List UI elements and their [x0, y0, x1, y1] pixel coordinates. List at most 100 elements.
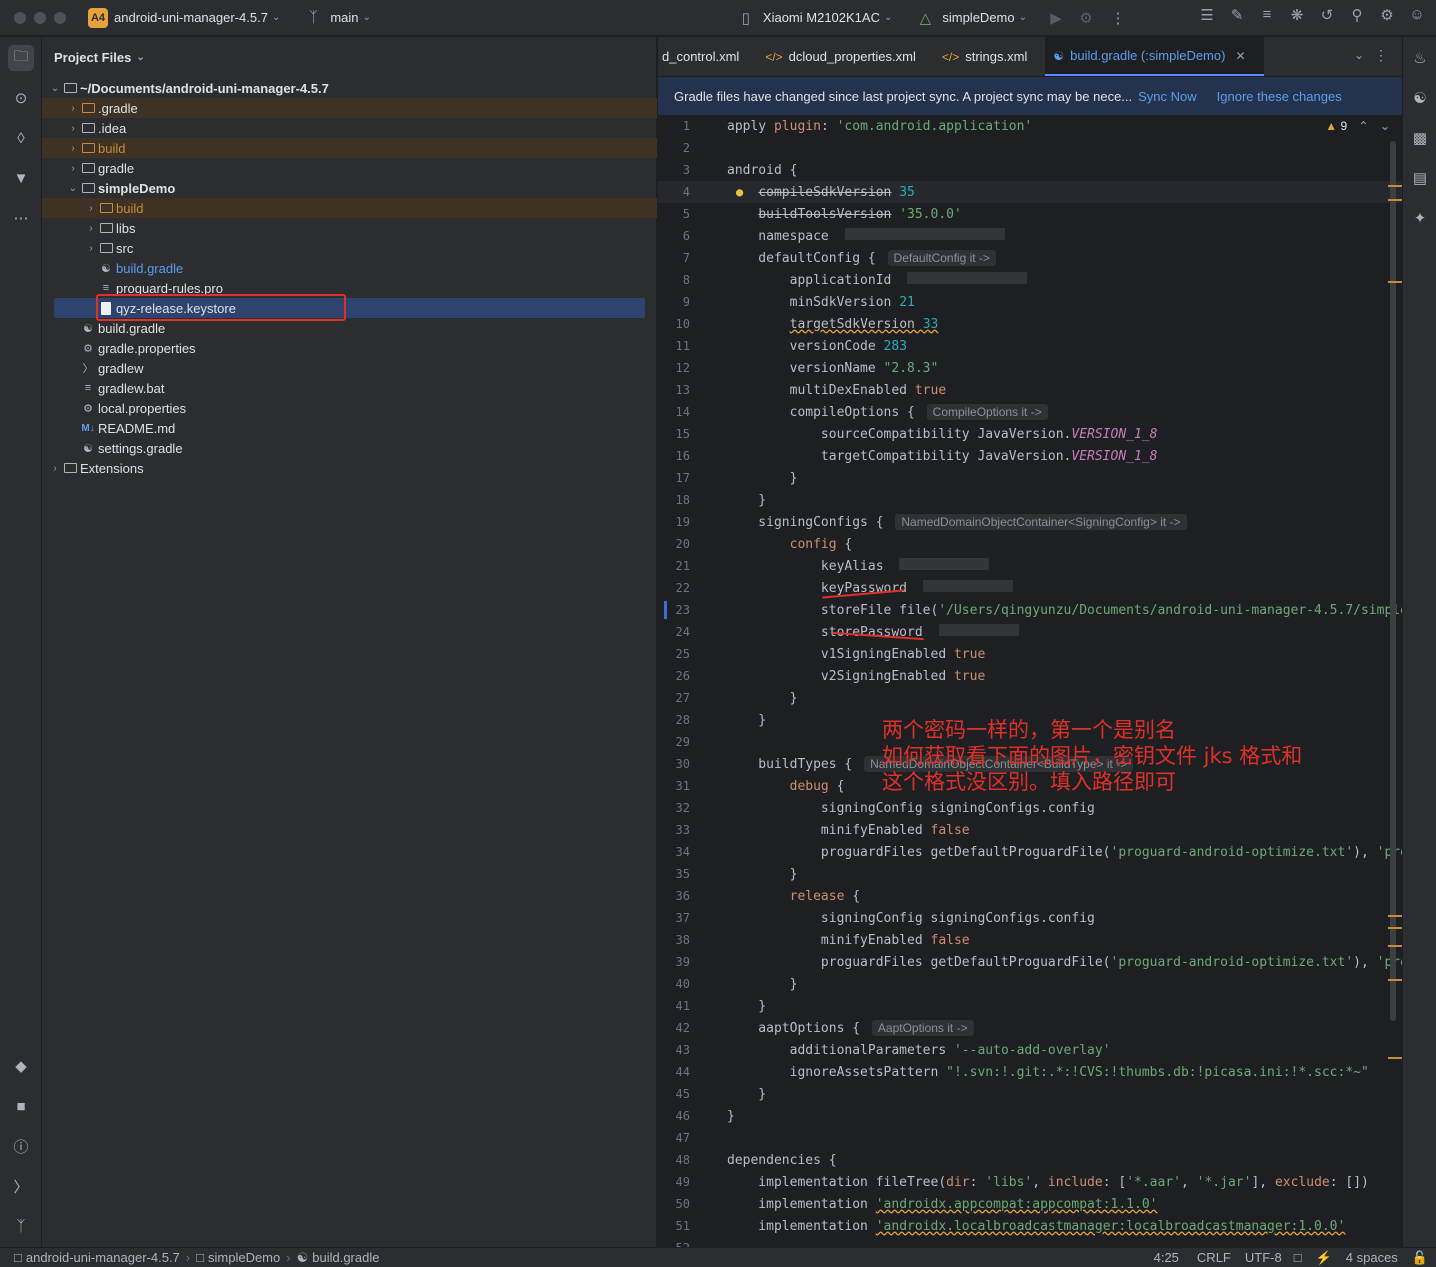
code-line[interactable]: 13 multiDexEnabled true: [658, 379, 1402, 401]
tree-item[interactable]: 〉 gradlew: [42, 358, 657, 378]
logcat-icon[interactable]: ■: [8, 1093, 34, 1119]
tree-item[interactable]: › libs: [42, 218, 657, 238]
code-line[interactable]: 3 android {: [658, 159, 1402, 181]
list-icon[interactable]: ≡: [1256, 6, 1278, 24]
settings-icon[interactable]: ⚙: [1376, 6, 1398, 24]
code-line[interactable]: 20 config {: [658, 533, 1402, 555]
warning-marker[interactable]: [1388, 915, 1402, 917]
code-line[interactable]: 32 signingConfig signingConfigs.config: [658, 797, 1402, 819]
commit-icon[interactable]: ⊙: [8, 85, 34, 111]
code-line[interactable]: 37 signingConfig signingConfigs.config: [658, 907, 1402, 929]
code-line[interactable]: 38 minifyEnabled false: [658, 929, 1402, 951]
code-line[interactable]: 23 storeFile file('/Users/qingyunzu/Docu…: [658, 599, 1402, 621]
code-line[interactable]: 50 implementation 'androidx.appcompat:ap…: [658, 1193, 1402, 1215]
editor-tab[interactable]: d_control.xml: [658, 37, 757, 76]
code-line[interactable]: 47: [658, 1127, 1402, 1149]
tree-item[interactable]: ≡ gradlew.bat: [42, 378, 657, 398]
code-line[interactable]: 35 }: [658, 863, 1402, 885]
code-line[interactable]: 24 storePassword: [658, 621, 1402, 643]
code-line[interactable]: 16 targetCompatibility JavaVersion.VERSI…: [658, 445, 1402, 467]
code-line[interactable]: 41 }: [658, 995, 1402, 1017]
tree-item[interactable]: ☯ settings.gradle: [42, 438, 657, 458]
bug-icon[interactable]: ❋: [1286, 6, 1308, 24]
running-devices-icon[interactable]: ▤: [1409, 167, 1431, 189]
gradle-icon[interactable]: ☯: [1409, 87, 1431, 109]
editor-tab[interactable]: </> dcloud_properties.xml: [757, 37, 934, 76]
code-line[interactable]: 26 v2SigningEnabled true: [658, 665, 1402, 687]
terminal-icon[interactable]: 〉: [8, 1173, 34, 1199]
tree-item[interactable]: ⌄ ~/Documents/android-uni-manager-4.5.7: [42, 78, 657, 98]
translate-icon[interactable]: ☰: [1196, 6, 1218, 24]
editor-tab[interactable]: </> strings.xml: [934, 37, 1045, 76]
code-line[interactable]: 18 }: [658, 489, 1402, 511]
chevron-right-icon[interactable]: ›: [84, 223, 98, 234]
chevron-right-icon[interactable]: ›: [66, 143, 80, 154]
resource-manager-icon[interactable]: ▼: [8, 165, 34, 191]
git-icon[interactable]: ᛉ: [8, 1213, 34, 1239]
code-line[interactable]: 33 minifyEnabled false: [658, 819, 1402, 841]
code-line[interactable]: 5 buildToolsVersion '35.0.0': [658, 203, 1402, 225]
code-line[interactable]: 1 apply plugin: 'com.android.application': [658, 115, 1402, 137]
more-tools-icon[interactable]: ⋯: [8, 205, 34, 231]
chevron-right-icon[interactable]: ›: [66, 123, 80, 134]
code-line[interactable]: 17 }: [658, 467, 1402, 489]
device-manager-icon[interactable]: ▩: [1409, 127, 1431, 149]
line-ending[interactable]: CRLF: [1197, 1250, 1231, 1265]
tree-item[interactable]: ☯ build.gradle: [42, 258, 657, 278]
chevron-up-icon[interactable]: ⌃: [1359, 119, 1369, 133]
code-line[interactable]: 14 compileOptions { CompileOptions it ->: [658, 401, 1402, 423]
breadcrumb-module[interactable]: simpleDemo: [208, 1250, 280, 1265]
tree-item[interactable]: ⚙ gradle.properties: [42, 338, 657, 358]
warning-marker[interactable]: [1388, 185, 1402, 187]
warning-marker[interactable]: [1388, 199, 1402, 201]
code-line[interactable]: 51 implementation 'androidx.localbroadca…: [658, 1215, 1402, 1237]
chevron-right-icon[interactable]: ›: [84, 203, 98, 214]
project-panel-header[interactable]: Project Files ⌄: [42, 37, 656, 77]
code-line[interactable]: 52: [658, 1237, 1402, 1247]
warning-marker[interactable]: [1388, 979, 1402, 981]
chevron-down-icon[interactable]: ⌄: [48, 83, 62, 94]
chevron-right-icon[interactable]: ›: [48, 463, 62, 474]
breadcrumb-file[interactable]: build.gradle: [312, 1250, 379, 1265]
code-line[interactable]: 40 }: [658, 973, 1402, 995]
readonly-icon[interactable]: □: [1294, 1250, 1302, 1265]
indent-setting[interactable]: 4 spaces: [1346, 1250, 1398, 1265]
tree-item[interactable]: › Extensions: [42, 458, 657, 478]
code-line[interactable]: 19 signingConfigs { NamedDomainObjectCon…: [658, 511, 1402, 533]
branch-selector[interactable]: ᛉ main ⌄: [302, 9, 371, 26]
structure-icon[interactable]: ◊: [8, 125, 34, 151]
code-line[interactable]: 44 ignoreAssetsPattern "!.svn:!.git:.*:!…: [658, 1061, 1402, 1083]
run-config-selector[interactable]: △ simpleDemo ⌄: [914, 9, 1027, 27]
chevron-right-icon[interactable]: ›: [66, 103, 80, 114]
code-line[interactable]: 12 versionName "2.8.3": [658, 357, 1402, 379]
tree-item[interactable]: › build: [42, 198, 657, 218]
code-line[interactable]: 48 dependencies {: [658, 1149, 1402, 1171]
tree-item[interactable]: › gradle: [42, 158, 657, 178]
tree-item[interactable]: ⌄ simpleDemo: [42, 178, 657, 198]
code-line[interactable]: 10 targetSdkVersion 33: [658, 313, 1402, 335]
file-encoding[interactable]: UTF-8: [1245, 1250, 1282, 1265]
account-icon[interactable]: ☺: [1406, 6, 1428, 24]
close-window-button[interactable]: [14, 11, 26, 24]
gradle-sync-icon[interactable]: ↺: [1316, 6, 1338, 24]
project-selector[interactable]: A4 android-uni-manager-4.5.7 ⌄: [66, 7, 280, 28]
chevron-right-icon[interactable]: ›: [84, 243, 98, 254]
tree-item[interactable]: ☯ build.gradle: [42, 318, 657, 338]
code-line[interactable]: 46}: [658, 1105, 1402, 1127]
code-line[interactable]: 27 }: [658, 687, 1402, 709]
more-options-icon[interactable]: ⋮: [1374, 47, 1388, 64]
tree-item[interactable]: › src: [42, 238, 657, 258]
code-line[interactable]: 42 aaptOptions { AaptOptions it ->: [658, 1017, 1402, 1039]
run-icon[interactable]: ▶: [1045, 9, 1067, 27]
sync-now-link[interactable]: Sync Now: [1138, 89, 1197, 104]
warning-marker[interactable]: [1388, 1057, 1402, 1059]
maximize-window-button[interactable]: [54, 11, 66, 24]
problems-icon[interactable]: ⓘ: [8, 1133, 34, 1159]
code-line[interactable]: 39 proguardFiles getDefaultProguardFile(…: [658, 951, 1402, 973]
code-line[interactable]: 45 }: [658, 1083, 1402, 1105]
code-line[interactable]: 25 v1SigningEnabled true: [658, 643, 1402, 665]
minimize-window-button[interactable]: [34, 11, 46, 24]
code-line[interactable]: 43 additionalParameters '--auto-add-over…: [658, 1039, 1402, 1061]
code-line[interactable]: 34 proguardFiles getDefaultProguardFile(…: [658, 841, 1402, 863]
power-save-icon[interactable]: ⚡: [1316, 1250, 1332, 1266]
